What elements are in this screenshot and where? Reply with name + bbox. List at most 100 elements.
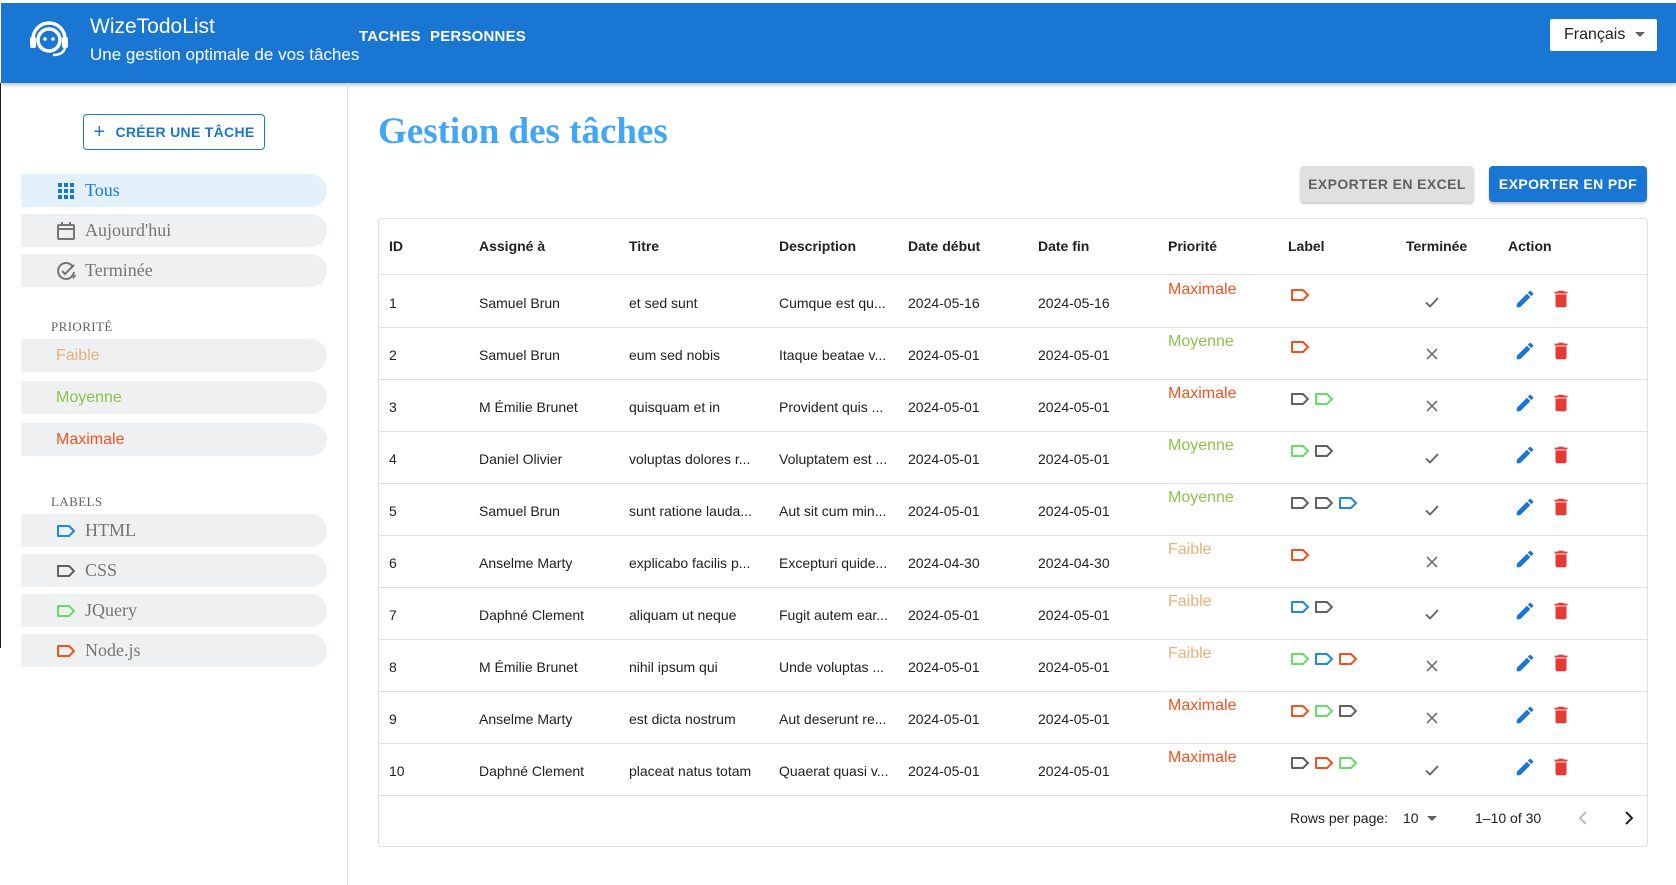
nav-personnes-link[interactable]: PERSONNES <box>430 28 526 45</box>
sidebar-item-terminee[interactable]: Terminée <box>21 254 327 287</box>
labels-section-heading: LABELS <box>51 494 103 509</box>
cell-end-date: 2024-05-01 <box>1038 503 1110 519</box>
cell-priority: Maximale <box>1168 749 1237 766</box>
column-header-label[interactable]: Label <box>1288 238 1325 254</box>
table-row[interactable]: 9 Anselme Marty est dicta nostrum Aut deser… <box>379 692 1647 744</box>
label-tag-icon <box>1290 704 1310 718</box>
column-header-title[interactable]: Titre <box>629 238 659 254</box>
label-tag-icon <box>1290 288 1310 302</box>
delete-trash-icon[interactable] <box>1550 444 1572 466</box>
label-tag-icon <box>1338 496 1358 510</box>
delete-trash-icon[interactable] <box>1550 756 1572 778</box>
cell-assignee: Daphné Clement <box>479 763 585 779</box>
export-pdf-button[interactable]: EXPORTER EN PDF <box>1489 166 1647 202</box>
cell-id: 5 <box>389 503 397 519</box>
delete-trash-icon[interactable] <box>1550 392 1572 414</box>
chevron-right-icon[interactable] <box>1617 806 1641 830</box>
table-row[interactable]: 2 Samuel Brun eum sed nobis Itaque beatae v… <box>379 328 1647 380</box>
cell-title: nihil ipsum qui <box>629 659 718 675</box>
column-header-end-date[interactable]: Date fin <box>1038 238 1089 254</box>
create-task-button[interactable]: + CRÉER UNE TÂCHE <box>83 114 265 150</box>
label-tag-icon <box>55 600 77 622</box>
edit-pencil-icon[interactable] <box>1514 600 1536 622</box>
sidebar-item-tous[interactable]: Tous <box>21 174 327 207</box>
cell-end-date: 2024-05-01 <box>1038 607 1110 623</box>
column-header-done[interactable]: Terminée <box>1406 238 1467 254</box>
column-header-start-date[interactable]: Date début <box>908 238 980 254</box>
sidebar-priority-faible[interactable]: Faible <box>21 339 327 372</box>
sidebar-item-label: CSS <box>85 560 118 580</box>
column-header-id[interactable]: ID <box>389 238 403 254</box>
edit-pencil-icon[interactable] <box>1514 652 1536 674</box>
delete-trash-icon[interactable] <box>1550 652 1572 674</box>
table-row[interactable]: 10 Daphné Clement placeat natus totam Quaer… <box>379 744 1647 796</box>
edit-pencil-icon[interactable] <box>1514 548 1536 570</box>
app-bar: WizeTodoList Une gestion optimale de vos… <box>0 0 1676 83</box>
nav-taches-link[interactable]: TACHES <box>359 28 421 45</box>
sidebar-priority-moyenne[interactable]: Moyenne <box>21 381 327 414</box>
cell-title: quisquam et in <box>629 399 721 415</box>
label-tag-icon <box>1314 756 1334 770</box>
cell-priority: Maximale <box>1168 385 1237 402</box>
label-tag-icon <box>1314 704 1334 718</box>
table-row[interactable]: 7 Daphné Clement aliquam ut neque Fugit aut… <box>379 588 1647 640</box>
delete-trash-icon[interactable] <box>1550 340 1572 362</box>
column-header-priority[interactable]: Priorité <box>1168 238 1217 254</box>
sidebar-label-html[interactable]: HTML <box>21 514 327 547</box>
close-icon <box>1426 400 1438 412</box>
chevron-left-icon[interactable] <box>1571 806 1595 830</box>
sidebar-priority-maximale[interactable]: Maximale <box>21 423 327 456</box>
table-row[interactable]: 5 Samuel Brun sunt ratione lauda... Aut sit… <box>379 484 1647 536</box>
cell-priority: Moyenne <box>1168 437 1234 454</box>
sidebar-label-nodejs[interactable]: Node.js <box>21 634 327 667</box>
cell-description: Aut sit cum min... <box>779 503 887 519</box>
rows-per-page-select[interactable]: 10 <box>1403 810 1419 826</box>
edit-pencil-icon[interactable] <box>1514 288 1536 310</box>
cell-start-date: 2024-05-01 <box>908 503 980 519</box>
edit-pencil-icon[interactable] <box>1514 444 1536 466</box>
table-row[interactable]: 3 M Émilie Brunet quisquam et in Provident … <box>379 380 1647 432</box>
cell-assignee: Daniel Olivier <box>479 451 563 467</box>
delete-trash-icon[interactable] <box>1550 496 1572 518</box>
check-badge-icon <box>55 260 77 282</box>
cell-end-date: 2024-05-01 <box>1038 659 1110 675</box>
cell-title: est dicta nostrum <box>629 711 736 727</box>
cell-labels <box>1290 496 1358 510</box>
table-row[interactable]: 1 Samuel Brun et sed sunt Cumque est qu... 2… <box>379 276 1647 328</box>
delete-trash-icon[interactable] <box>1550 548 1572 570</box>
edit-pencil-icon[interactable] <box>1514 704 1536 726</box>
check-icon <box>1425 297 1439 308</box>
table-row[interactable]: 4 Daniel Olivier voluptas dolores r... Volu… <box>379 432 1647 484</box>
label-tag-icon <box>1338 652 1358 666</box>
cell-description: Itaque beatae v... <box>779 347 887 363</box>
sidebar-label-css[interactable]: CSS <box>21 554 327 587</box>
cell-id: 6 <box>389 555 397 571</box>
export-excel-button[interactable]: EXPORTER EN EXCEL <box>1300 166 1474 202</box>
language-select-value: Français <box>1564 26 1626 43</box>
cell-description: Excepturi quide... <box>779 555 888 571</box>
column-header-description[interactable]: Description <box>779 238 856 254</box>
column-header-assignee[interactable]: Assigné à <box>479 238 545 254</box>
language-select[interactable]: Français <box>1550 19 1657 51</box>
label-tag-icon <box>1290 756 1310 770</box>
label-tag-icon <box>1314 444 1334 458</box>
table-row[interactable]: 8 M Émilie Brunet nihil ipsum qui Unde volu… <box>379 640 1647 692</box>
sidebar-label-jquery[interactable]: JQuery <box>21 594 327 627</box>
delete-trash-icon[interactable] <box>1550 600 1572 622</box>
edit-pencil-icon[interactable] <box>1514 496 1536 518</box>
edit-pencil-icon[interactable] <box>1514 340 1536 362</box>
edit-pencil-icon[interactable] <box>1514 392 1536 414</box>
table-row[interactable]: 6 Anselme Marty explicabo facilis p... Exce… <box>379 536 1647 588</box>
cell-description: Quaerat quasi v... <box>779 763 889 779</box>
sidebar-item-aujourdhui[interactable]: Aujourd'hui <box>21 214 327 247</box>
edit-pencil-icon[interactable] <box>1514 756 1536 778</box>
label-tag-icon <box>55 560 77 582</box>
delete-trash-icon[interactable] <box>1550 288 1572 310</box>
close-icon <box>1426 348 1438 360</box>
cell-description: Unde voluptas ... <box>779 659 885 675</box>
cell-id: 2 <box>389 347 397 363</box>
caret-down-icon[interactable] <box>1427 816 1437 821</box>
delete-trash-icon[interactable] <box>1550 704 1572 726</box>
check-icon <box>1425 765 1439 776</box>
cell-labels <box>1290 288 1310 302</box>
